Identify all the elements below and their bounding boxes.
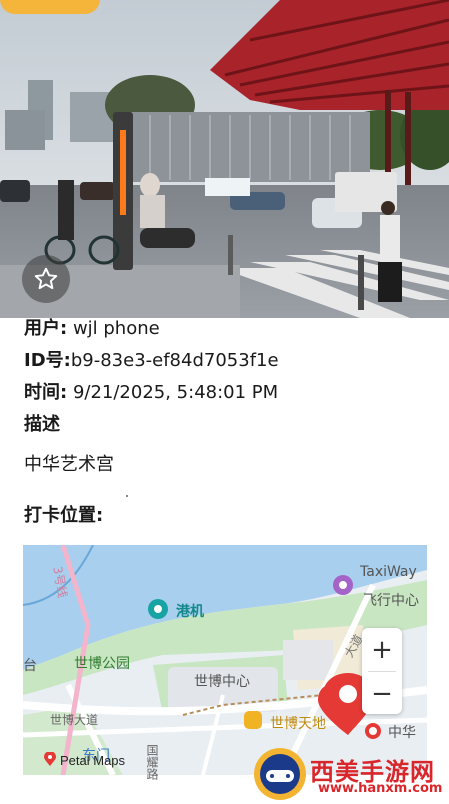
user-value: wjl phone [72, 318, 160, 339]
map-zoom-control: + − [362, 628, 402, 714]
map-label-china: 中华 [388, 725, 416, 741]
favorite-button[interactable] [22, 255, 70, 303]
map-label-expo-park: 世博公园 [74, 656, 130, 672]
checkin-location-label: 打卡位置: [24, 505, 104, 526]
description-label: 描述 [24, 414, 60, 435]
description-value: 中华艺术宫 [24, 454, 114, 475]
time-label: 时间: [24, 382, 68, 403]
map-label-taxiway: TaxiWay [360, 564, 417, 580]
map-attribution[interactable]: Petal Maps [44, 751, 126, 769]
watermark-url: www.hanxm.com [318, 781, 443, 796]
zoom-out-button[interactable]: − [362, 672, 402, 715]
checkin-info: 用户: wjl phone ID号:b9-83e3-ef84d7053f1e 时… [24, 313, 434, 481]
dot-artifact [126, 495, 128, 497]
star-outline-icon [33, 266, 59, 292]
map-label-airport: 港机 [176, 604, 204, 620]
attribution-text: Petal Maps [60, 753, 126, 768]
location-pin-icon [44, 751, 56, 769]
top-status-pill [0, 0, 100, 14]
user-row: 用户: wjl phone [24, 313, 434, 345]
map-label-flight-center: 飞行中心 [363, 593, 419, 609]
map-label-tai: 台 [23, 658, 37, 674]
map-label-guoyao: 国耀路 [145, 744, 159, 780]
id-label: ID号: [24, 350, 71, 371]
id-value: b9-83e3-ef84d7053f1e [70, 350, 279, 371]
user-label: 用户: [24, 318, 68, 339]
map-label-expo-center: 世博中心 [194, 674, 250, 690]
time-row: 时间: 9/21/2025, 5:48:01 PM [24, 377, 434, 409]
zoom-in-button[interactable]: + [362, 628, 402, 671]
checkin-photo[interactable] [0, 0, 449, 318]
time-value: 9/21/2025, 5:48:01 PM [72, 382, 279, 403]
id-row: ID号:b9-83e3-ef84d7053f1e [24, 345, 434, 377]
map-label-expo-avenue: 世博大道 [50, 713, 99, 727]
map-label-expo-plaza: 世博天地 [270, 716, 326, 732]
